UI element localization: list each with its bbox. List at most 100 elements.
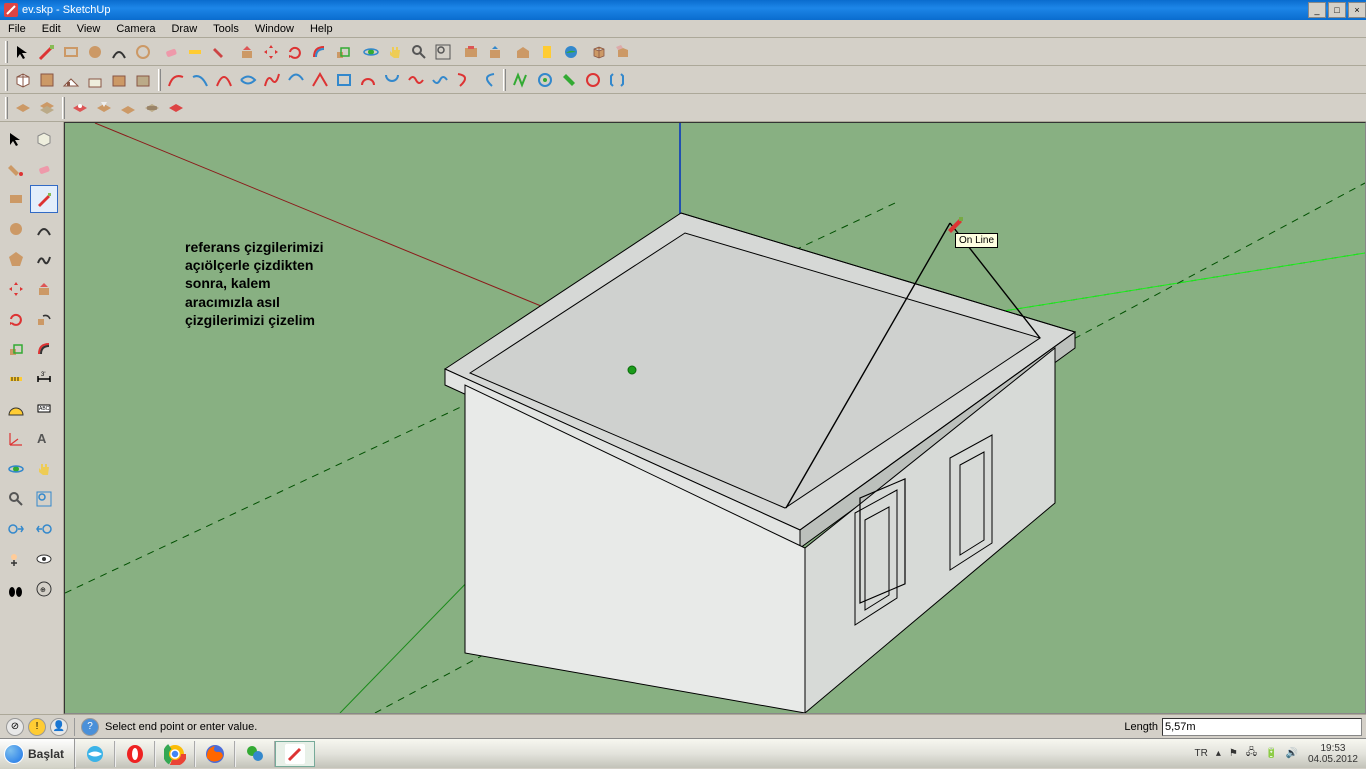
select-tool-icon[interactable] <box>11 40 35 64</box>
previous-view-icon[interactable] <box>2 515 30 543</box>
menu-file[interactable]: File <box>0 22 34 36</box>
sandbox-c-icon[interactable] <box>116 96 140 120</box>
look-around-icon[interactable] <box>30 545 58 573</box>
length-input[interactable] <box>1162 718 1362 736</box>
rotate-tool-icon[interactable] <box>283 40 307 64</box>
menu-edit[interactable]: Edit <box>34 22 69 36</box>
move-tool-icon[interactable] <box>259 40 283 64</box>
toolbar-grip[interactable] <box>158 69 161 91</box>
curve-tool-1-icon[interactable] <box>164 68 188 92</box>
camera-front-icon[interactable] <box>59 68 83 92</box>
circle-tool-icon[interactable] <box>83 40 107 64</box>
tray-clock[interactable]: 19:53 04.05.2012 <box>1302 743 1364 765</box>
scale-tool-icon[interactable] <box>331 40 355 64</box>
component-icon[interactable] <box>30 125 58 153</box>
curve-c-icon[interactable] <box>452 68 476 92</box>
eraser-icon[interactable] <box>30 155 58 183</box>
move-icon[interactable] <box>2 275 30 303</box>
rotate-icon[interactable] <box>2 305 30 333</box>
tray-flag-icon[interactable]: ⚑ <box>1225 748 1242 759</box>
scale-icon[interactable] <box>2 335 30 363</box>
pencil-icon[interactable] <box>30 185 58 213</box>
camera-top-icon[interactable] <box>35 68 59 92</box>
taskbar-messenger-icon[interactable] <box>235 741 275 767</box>
wrench-icon[interactable] <box>557 68 581 92</box>
share-tool-icon[interactable] <box>535 40 559 64</box>
offset-icon[interactable] <box>30 335 58 363</box>
sandbox-b-icon[interactable] <box>92 96 116 120</box>
taskbar-firefox-icon[interactable] <box>195 741 235 767</box>
start-button[interactable]: Başlat <box>0 739 75 769</box>
position-camera-icon[interactable] <box>2 545 30 573</box>
curve-tool-6-icon[interactable] <box>284 68 308 92</box>
close-button[interactable]: × <box>1348 2 1366 18</box>
zoom-extents-tool-icon[interactable] <box>431 40 455 64</box>
dimension-icon[interactable]: 3' <box>30 365 58 393</box>
make-component-icon[interactable] <box>459 40 483 64</box>
get-models-icon[interactable] <box>483 40 507 64</box>
curve-tool-5-icon[interactable] <box>260 68 284 92</box>
tape-measure-icon[interactable] <box>2 365 30 393</box>
toolbar-grip[interactable] <box>5 41 8 63</box>
polygon-tool-icon[interactable] <box>131 40 155 64</box>
pan-tool-icon[interactable] <box>383 40 407 64</box>
toolbar-grip[interactable] <box>5 97 8 119</box>
text-icon[interactable]: ABC <box>30 395 58 423</box>
curve-tool-2-icon[interactable] <box>188 68 212 92</box>
bracket-icon[interactable] <box>605 68 629 92</box>
tray-battery-icon[interactable]: 🔋 <box>1261 748 1281 759</box>
select-icon[interactable] <box>2 125 30 153</box>
axes-icon[interactable] <box>2 425 30 453</box>
lang-indicator[interactable]: TR <box>1191 748 1212 759</box>
warehouse-tool-icon[interactable] <box>511 40 535 64</box>
zoom-tool-icon[interactable] <box>407 40 431 64</box>
camera-back-icon[interactable] <box>107 68 131 92</box>
menu-tools[interactable]: Tools <box>205 22 247 36</box>
line-tool-icon[interactable] <box>35 40 59 64</box>
eraser-tool-icon[interactable] <box>159 40 183 64</box>
rectangle-icon[interactable] <box>2 185 30 213</box>
taskbar-opera-icon[interactable] <box>115 741 155 767</box>
layer-a-icon[interactable] <box>11 96 35 120</box>
pan-icon[interactable] <box>30 455 58 483</box>
3dtext-icon[interactable]: A <box>30 425 58 453</box>
taskbar-sketchup-icon[interactable] <box>275 741 315 767</box>
menu-camera[interactable]: Camera <box>108 22 163 36</box>
curve-tool-4-icon[interactable] <box>236 68 260 92</box>
viewport-canvas[interactable]: referans çizgilerimizi açıölçerle çizdik… <box>64 122 1366 714</box>
zoom-extents-icon[interactable] <box>30 485 58 513</box>
user-button-icon[interactable]: 👤 <box>50 718 68 736</box>
rectangle-tool-icon[interactable] <box>59 40 83 64</box>
paint-bucket-icon[interactable] <box>2 155 30 183</box>
maximize-button[interactable]: □ <box>1328 2 1346 18</box>
section-plane-icon[interactable]: ⊕ <box>30 575 58 603</box>
menu-help[interactable]: Help <box>302 22 341 36</box>
minimize-button[interactable]: _ <box>1308 2 1326 18</box>
help-button-icon[interactable]: ? <box>81 718 99 736</box>
next-view-icon[interactable] <box>30 515 58 543</box>
toolbar-grip[interactable] <box>62 97 65 119</box>
pushpull-icon[interactable] <box>30 275 58 303</box>
arc-a-icon[interactable] <box>356 68 380 92</box>
warn-button-icon[interactable]: ! <box>28 718 46 736</box>
zigzag-icon[interactable] <box>509 68 533 92</box>
toolbar-grip[interactable] <box>5 69 8 91</box>
curve-d-icon[interactable] <box>476 68 500 92</box>
arc-b-icon[interactable] <box>380 68 404 92</box>
paint-tool-icon[interactable] <box>207 40 231 64</box>
freehand-icon[interactable] <box>30 245 58 273</box>
open-box-icon[interactable] <box>611 40 635 64</box>
polygon-icon[interactable] <box>2 245 30 273</box>
orbit-icon[interactable] <box>2 455 30 483</box>
wave-b-icon[interactable] <box>428 68 452 92</box>
orbit-tool-icon[interactable] <box>359 40 383 64</box>
google-earth-icon[interactable] <box>559 40 583 64</box>
info-button-icon[interactable]: ⊘ <box>6 718 24 736</box>
walk-icon[interactable] <box>2 575 30 603</box>
rect-outline-icon[interactable] <box>332 68 356 92</box>
arc-tool-icon[interactable] <box>107 40 131 64</box>
box-tool-icon[interactable] <box>587 40 611 64</box>
pushpull-tool-icon[interactable] <box>235 40 259 64</box>
curve-tool-7-icon[interactable] <box>308 68 332 92</box>
offset-tool-icon[interactable] <box>307 40 331 64</box>
